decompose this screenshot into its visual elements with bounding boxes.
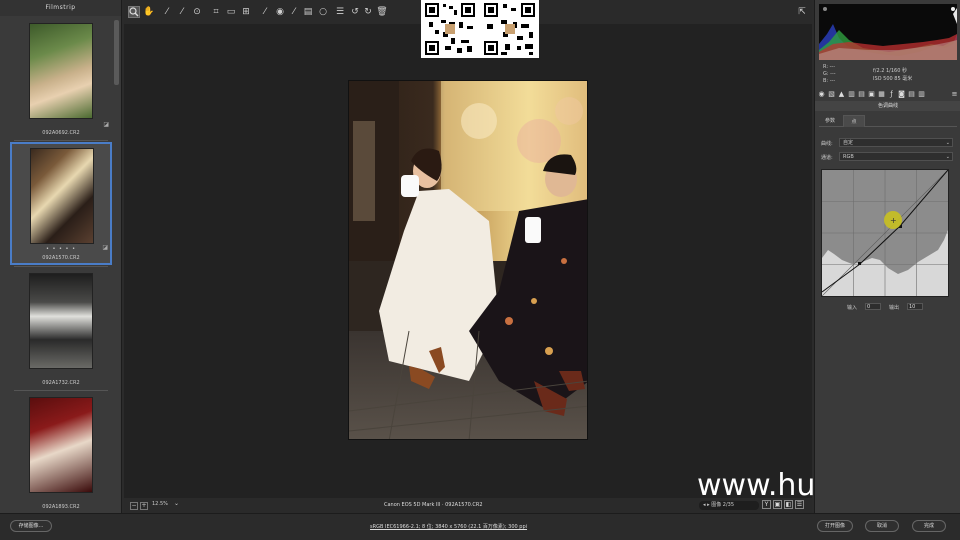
thumbnail-image [30,148,94,244]
filmstrip-item[interactable]: ◪ 092A0692.CR2 [10,18,112,140]
workflow-options-link[interactable]: sRGB IEC61966-2.1; 8 位; 3840 x 5760 (22.… [370,523,527,530]
preview-photo[interactable] [348,80,588,440]
svg-text:+: + [890,216,897,225]
straighten-icon[interactable]: ▭ [225,6,237,18]
thumbnail-label: 092A1732.CR2 [42,380,80,386]
input-field[interactable] [865,303,881,310]
snapshots-icon[interactable]: ▥ [917,90,926,99]
target-adjust-icon[interactable]: ⊙ [191,6,203,18]
hsl-icon[interactable]: ▥ [847,90,856,99]
tone-curve-graph[interactable]: + [821,169,949,297]
channel-label: 通道: [821,155,833,161]
channel-select[interactable]: RGB ⌄ [839,152,953,161]
color-sampler-icon[interactable]: ⁄ [176,6,188,18]
tone-curve-icon[interactable]: ▧ [827,90,836,99]
zoom-in-button[interactable]: + [140,501,148,510]
curve-select[interactable]: 自定 ⌄ [839,138,953,147]
thumbnail-image [29,397,93,493]
adjustment-panel: R: --- G: --- B: --- f/2.2 1/160 秒 ISO 5… [814,0,960,513]
trash-icon[interactable]: 🗑 [376,6,388,18]
calibration-icon[interactable]: ◙ [897,90,906,99]
curve-label: 曲线: [821,141,833,147]
camera-raw-window: Filmstrip ◪ 092A0692.CR2 • • • • • ◪ 092… [0,0,960,540]
transform-panel-icon[interactable]: ▦ [877,90,886,99]
radial-filter-icon[interactable]: ○ [317,6,329,18]
filmstrip-title: Filmstrip [0,0,121,16]
detail-icon[interactable]: ▲ [837,90,846,99]
spot-removal-icon[interactable]: ⁄ [259,6,271,18]
thumbnail-image [29,273,93,369]
chevron-down-icon: ⌄ [945,154,950,160]
transform-icon[interactable]: ⊞ [240,6,252,18]
thumbnail-label: 092A1570.CR2 [42,255,80,261]
zoom-icon[interactable] [128,6,140,18]
filmstrip-scrollbar[interactable] [114,20,119,85]
curve-preset-row: 曲线: 自定 ⌄ [821,138,955,148]
lens-icon[interactable]: ▣ [867,90,876,99]
divider [14,140,108,141]
filmstrip-item[interactable]: 092A1893.CR2 [10,392,112,513]
exposure-readout: f/2.2 1/160 秒 [873,68,907,74]
effects-icon[interactable]: ƒ [887,90,896,99]
channel-row: 通道: RGB ⌄ [821,152,955,162]
filmstrip-item[interactable]: 092A1732.CR2 [10,268,112,390]
tab-point[interactable]: 点 [843,115,865,127]
divider [14,390,108,391]
filmstrip-item-selected[interactable]: • • • • • ◪ 092A1570.CR2 [10,142,112,265]
presets-icon[interactable]: ▤ [907,90,916,99]
red-readout: R: --- [823,64,836,70]
tab-parametric[interactable]: 参数 [819,115,841,127]
graduated-filter-icon[interactable]: ▤ [302,6,314,18]
crop-icon[interactable]: ⌗ [210,6,222,18]
blue-readout: B: --- [823,78,836,84]
red-eye-icon[interactable]: ◉ [274,6,286,18]
rotate-right-icon[interactable]: ↻ [362,6,374,18]
hand-icon[interactable]: ✋ [143,6,155,18]
thumbnail-label: 092A0692.CR2 [42,130,80,136]
filmstrip-panel: Filmstrip ◪ 092A0692.CR2 • • • • • ◪ 092… [0,0,122,513]
zoom-out-button[interactable]: − [130,501,138,510]
input-label: 输入 [847,305,858,311]
green-readout: G: --- [823,71,836,77]
split-toning-icon[interactable]: ▤ [857,90,866,99]
rotate-left-icon[interactable]: ↺ [349,6,361,18]
zoom-controls: − + [130,501,148,510]
done-button[interactable]: 完成 [912,520,946,532]
zoom-level[interactable]: 12.5% [152,501,168,507]
output-field[interactable] [907,303,923,310]
qr-code-image [421,0,539,58]
panel-tab-icons: ◉ ▧ ▲ ▥ ▤ ▣ ▦ ƒ ◙ ▤ ▥ ≡ [817,90,959,99]
curve-subtabs: 参数 点 [819,115,957,127]
camera-info: Canon EOS 5D Mark III · 092A1570.CR2 [384,502,483,508]
channel-value: RGB [843,154,854,160]
edited-icon: ◪ [103,121,109,128]
edited-icon: ◪ [102,244,108,251]
thumbnail-label: 092A1893.CR2 [42,504,80,510]
input-output-row: 输入 输出 [845,303,945,311]
curve-value: 自定 [843,140,854,146]
rating-stars[interactable]: • • • • • [12,246,110,252]
panel-menu-icon[interactable]: ≡ [950,90,959,99]
white-balance-icon[interactable]: ⁄ [161,6,173,18]
section-title: 色调曲线 [815,101,960,111]
thumbnail-image [29,23,93,119]
open-image-button[interactable]: 打开图像 [817,520,853,532]
bottom-bar: 存储图像... sRGB IEC61966-2.1; 8 位; 3840 x 5… [0,513,960,540]
preferences-icon[interactable]: ☰ [334,6,346,18]
histogram [819,4,957,60]
adjustment-brush-icon[interactable]: ⁄ [288,6,300,18]
divider [14,266,108,267]
iso-readout: ISO 500 85 毫米 [873,76,913,82]
output-label: 输出 [889,305,900,311]
chevron-down-icon: ⌄ [945,140,950,146]
cancel-button[interactable]: 取消 [865,520,899,532]
basic-panel-icon[interactable]: ◉ [817,90,826,99]
chevron-down-icon[interactable]: ⌄ [174,500,179,507]
save-image-button[interactable]: 存储图像... [10,520,52,532]
fullscreen-icon[interactable]: ⇱ [796,6,808,18]
camera-readouts: R: --- G: --- B: --- f/2.2 1/160 秒 ISO 5… [821,64,955,86]
